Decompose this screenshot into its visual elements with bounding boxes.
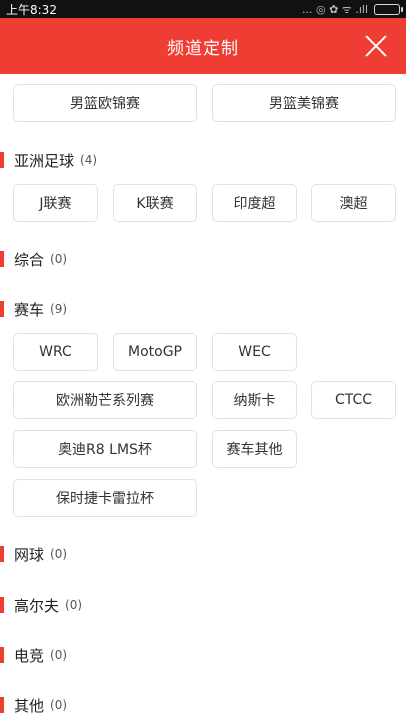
section-name: 赛车 [14,300,45,319]
section-header-racing: 赛车 (9) [0,298,406,320]
channel-chip[interactable]: 赛车其他 [212,430,297,468]
section-header-tennis: 网球 (0) [0,543,406,565]
section-header-asia-football: 亚洲足球 (4) [0,149,406,171]
section-header-esports: 电竞 (0) [0,644,406,666]
section-marker [0,647,4,663]
page-title: 频道定制 [167,38,239,59]
section-name: 其他 [14,696,45,714]
section-count: (0) [50,698,68,712]
channel-chip[interactable]: K联赛 [113,184,197,222]
channel-chip[interactable]: 纳斯卡 [212,381,297,419]
channel-chip[interactable]: 印度超 [212,184,297,222]
signal-wifi-icons: ... ◎ ✿ ᯤ .ıll [302,2,368,16]
section-name: 电竞 [14,646,45,665]
section-count: (0) [50,252,68,266]
status-bar: 上午8:32 ... ◎ ✿ ᯤ .ıll [0,0,406,18]
section-name: 综合 [14,250,45,269]
channel-chip[interactable]: 欧洲勒芒系列赛 [13,381,197,419]
channel-chip[interactable]: J联赛 [13,184,98,222]
section-count: (0) [50,648,68,662]
section-marker [0,597,4,613]
status-time: 上午8:32 [6,2,57,17]
channel-chip[interactable]: 男篮美锦赛 [212,84,396,122]
close-icon[interactable] [364,34,388,58]
status-icons: ... ◎ ✿ ᯤ .ıll [302,2,403,17]
channel-chip[interactable]: MotoGP [113,333,197,371]
channel-chip[interactable]: WRC [13,333,98,371]
section-name: 网球 [14,545,45,564]
section-marker [0,697,4,713]
section-marker [0,301,4,317]
channel-chip[interactable]: 男篮欧锦赛 [13,84,197,122]
section-header-other: 其他 (0) [0,694,406,714]
channel-chip[interactable]: CTCC [311,381,396,419]
channel-chip[interactable]: 澳超 [311,184,396,222]
section-marker [0,251,4,267]
header-bar: 频道定制 [0,18,406,74]
section-header-general: 综合 (0) [0,248,406,270]
section-count: (0) [65,598,83,612]
section-header-golf: 高尔夫 (0) [0,594,406,616]
section-marker [0,152,4,168]
section-marker [0,546,4,562]
battery-icon [374,3,403,15]
section-count: (4) [80,153,98,167]
section-count: (0) [50,547,68,561]
section-name: 高尔夫 [14,596,60,615]
section-count: (9) [50,302,68,316]
channel-chip[interactable]: 保时捷卡雷拉杯 [13,479,197,517]
channel-chip[interactable]: WEC [212,333,297,371]
channel-list[interactable]: 男篮欧锦赛 男篮美锦赛 亚洲足球 (4) J联赛 K联赛 印度超 澳超 综合 (… [0,74,406,714]
channel-chip[interactable]: 奥迪R8 LMS杯 [13,430,197,468]
section-name: 亚洲足球 [14,151,75,170]
